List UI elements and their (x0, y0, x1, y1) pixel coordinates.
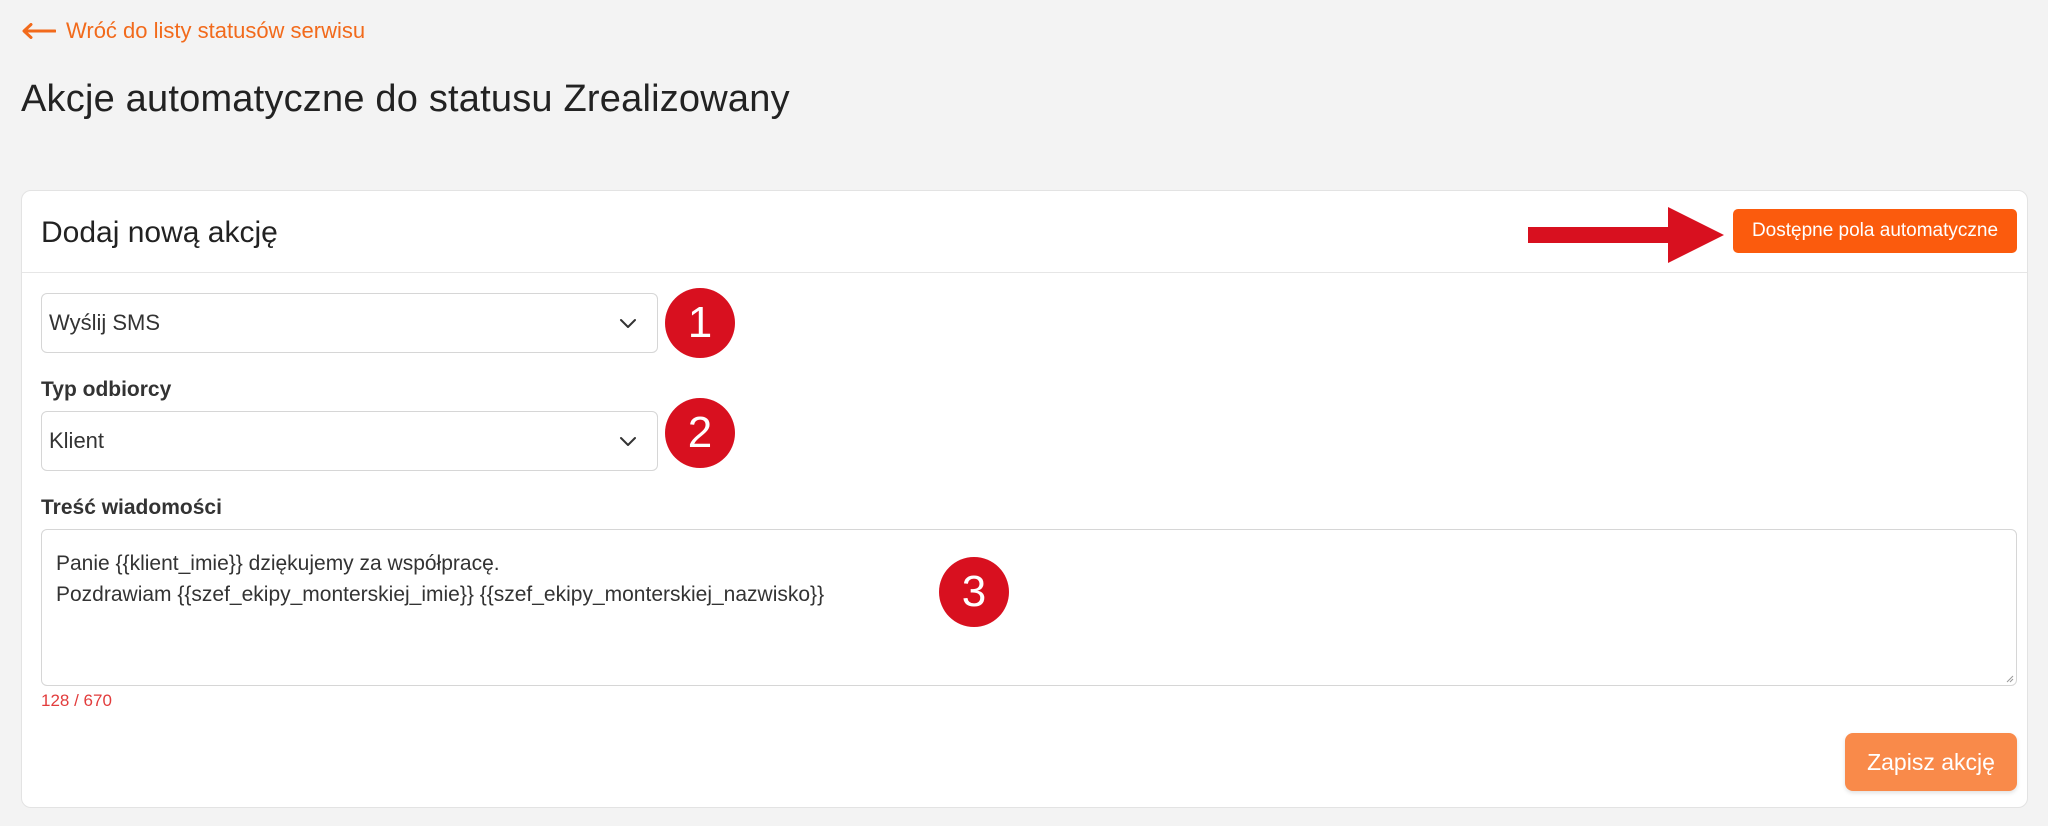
chevron-down-icon (620, 319, 636, 328)
page-title: Akcje automatyczne do statusu Zrealizowa… (21, 78, 790, 120)
annotation-badge-1: 1 (665, 288, 735, 358)
recipient-type-label: Typ odbiorcy (41, 378, 172, 401)
annotation-badge-3: 3 (939, 557, 1009, 627)
arrow-left-icon (22, 23, 56, 39)
message-line: Panie {{klient_imie}} dziękujemy za wspó… (56, 552, 500, 575)
available-auto-fields-button[interactable]: Dostępne pola automatyczne (1733, 209, 2017, 253)
annotation-badge-2: 2 (665, 398, 735, 468)
resize-grip-icon[interactable] (2004, 673, 2014, 683)
action-type-select[interactable]: Wyślij SMS (41, 293, 658, 353)
add-action-card: Dodaj nową akcję Dostępne pola automatyc… (21, 190, 2028, 808)
message-textarea[interactable]: Panie {{klient_imie}} dziękujemy za wspó… (41, 529, 2017, 686)
action-type-value: Wyślij SMS (49, 310, 161, 335)
card-header: Dodaj nową akcję Dostępne pola automatyc… (22, 191, 2027, 273)
save-action-button[interactable]: Zapisz akcję (1845, 733, 2017, 791)
back-link[interactable]: Wróć do listy statusów serwisu (22, 18, 365, 44)
back-link-label: Wróć do listy statusów serwisu (66, 18, 366, 43)
recipient-type-value: Klient (49, 428, 105, 453)
character-counter: 128 / 670 (41, 691, 112, 710)
chevron-down-icon (620, 437, 636, 446)
recipient-type-select[interactable]: Klient (41, 411, 658, 471)
message-content-label: Treść wiadomości (41, 496, 222, 519)
card-title: Dodaj nową akcję (41, 216, 278, 249)
red-arrow-right-icon (1528, 207, 1724, 263)
message-line: Pozdrawiam {{szef_ekipy_monterskiej_imie… (56, 583, 825, 606)
